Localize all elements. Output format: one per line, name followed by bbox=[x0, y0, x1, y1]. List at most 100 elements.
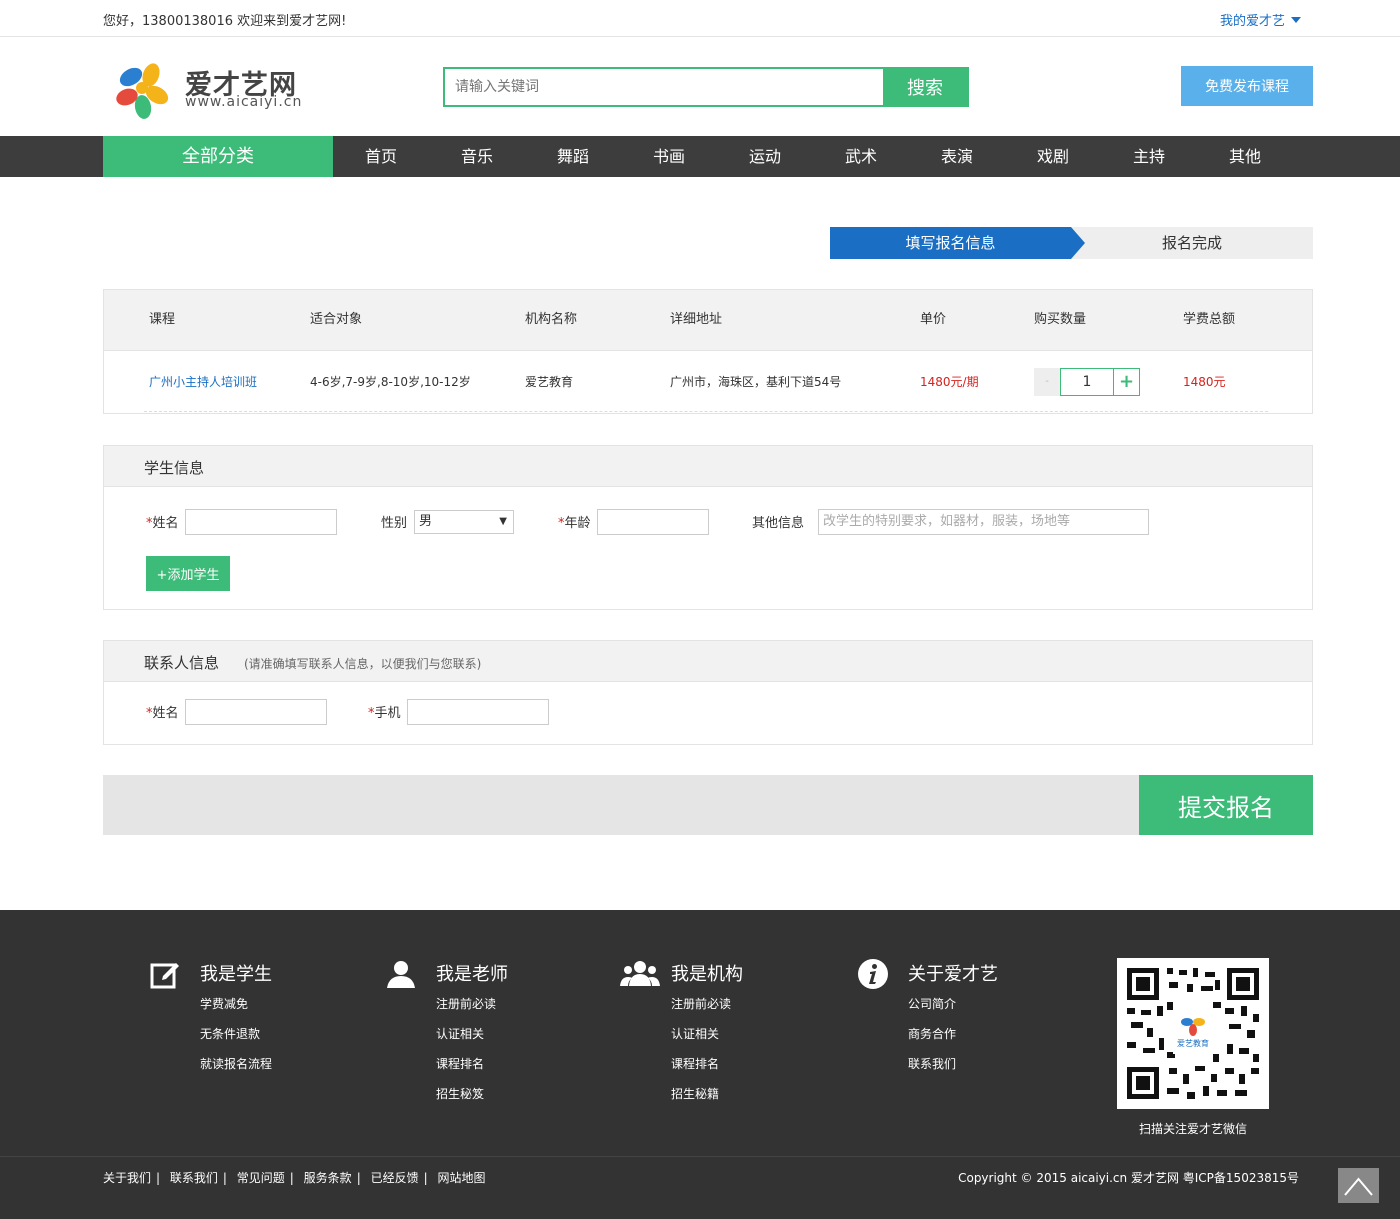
student-info-header: 学生信息 bbox=[104, 446, 1312, 487]
my-account-label[interactable]: 我的爱才艺 bbox=[1220, 14, 1285, 29]
search-button[interactable]: 搜索 bbox=[883, 69, 967, 105]
footer-link[interactable]: 认证相关 bbox=[436, 1025, 484, 1042]
course-link[interactable]: 广州小主持人培训班 bbox=[149, 351, 257, 413]
footer-link[interactable]: 无条件退款 bbox=[200, 1025, 260, 1042]
footer-link[interactable]: 注册前必读 bbox=[671, 995, 731, 1012]
footer-bottom-links: 关于我们 | 联系我们 | 常见问题 | 服务条款 | 已经反馈 | 网站地图 bbox=[103, 1171, 486, 1185]
logo-url: www.aicaiyi.cn bbox=[185, 94, 303, 110]
progress-steps: 填写报名信息 报名完成 bbox=[830, 227, 1313, 259]
copyright-text: Copyright © 2015 aicaiyi.cn 爱才艺网 粤ICP备15… bbox=[958, 1171, 1299, 1185]
add-student-button[interactable]: +添加学生 bbox=[146, 556, 230, 591]
address-cell: 广州市，海珠区，基利下道54号 bbox=[670, 375, 842, 389]
select-arrow-icon: ▼ bbox=[499, 516, 507, 527]
footer-divider bbox=[0, 1156, 1400, 1157]
info-icon bbox=[858, 959, 888, 989]
footer-link[interactable]: 招生秘笈 bbox=[436, 1085, 484, 1102]
search-input[interactable] bbox=[445, 69, 883, 105]
submit-bar: 提交报名 bbox=[103, 775, 1313, 835]
decrease-button[interactable]: - bbox=[1034, 368, 1060, 396]
back-to-top-button[interactable] bbox=[1338, 1168, 1379, 1203]
footer-col-title: 关于爱才艺 bbox=[908, 964, 998, 985]
other-info-field[interactable]: 改学生的特别要求，如器材，服装，场地等 bbox=[818, 509, 1149, 535]
footer-col-about: 关于爱才艺 公司简介 商务合作 联系我们 bbox=[857, 958, 1057, 1128]
footer-link[interactable]: 认证相关 bbox=[671, 1025, 719, 1042]
student-name-field[interactable] bbox=[185, 509, 337, 535]
footer-col-student: 我是学生 学费减免 无条件退款 就读报名流程 bbox=[149, 958, 349, 1128]
footer-col-title: 我是老师 bbox=[436, 964, 508, 985]
nav-item-other[interactable]: 其他 bbox=[1197, 136, 1293, 177]
phone-field[interactable] bbox=[407, 699, 549, 725]
header-quantity: 购买数量 bbox=[1034, 312, 1087, 327]
age-field[interactable] bbox=[597, 509, 709, 535]
student-name-label: *姓名 bbox=[146, 512, 179, 531]
gender-value: 男 bbox=[419, 514, 433, 529]
footer-bottom-link[interactable]: 已经反馈 bbox=[371, 1171, 419, 1185]
contact-name-label-text: 姓名 bbox=[152, 706, 179, 721]
footer-col-institution: 我是机构 注册前必读 认证相关 课程排名 招生秘籍 bbox=[620, 958, 820, 1128]
contact-info-panel: 联系人信息 (请准确填写联系人信息，以便我们与您联系) *姓名 *手机 bbox=[103, 640, 1313, 745]
footer-link[interactable]: 课程排名 bbox=[671, 1055, 719, 1072]
unit-price-cell: 1480元/期 bbox=[920, 375, 979, 389]
quantity-input[interactable]: 1 bbox=[1060, 368, 1114, 396]
publish-course-button[interactable]: 免费发布课程 bbox=[1181, 66, 1313, 106]
gender-select[interactable]: 男 ▼ bbox=[414, 510, 514, 534]
nav-item-sports[interactable]: 运动 bbox=[717, 136, 813, 177]
footer-bottom-link[interactable]: 常见问题 bbox=[237, 1171, 285, 1185]
contact-info-subtitle: (请准确填写联系人信息，以便我们与您联系) bbox=[244, 657, 482, 671]
footer-link[interactable]: 公司简介 bbox=[908, 995, 956, 1012]
gender-label: 性别 bbox=[381, 516, 408, 531]
step-fill-info-label: 填写报名信息 bbox=[905, 234, 996, 252]
footer-bottom-link[interactable]: 服务条款 bbox=[304, 1171, 352, 1185]
submit-enrollment-button[interactable]: 提交报名 bbox=[1139, 775, 1313, 835]
chevron-up-icon[interactable] bbox=[1338, 1168, 1379, 1203]
student-info-panel: 学生信息 *姓名 性别 男 ▼ *年龄 其他信息 改学生的特别要求，如器材，服装，… bbox=[103, 445, 1313, 610]
nav-item-painting[interactable]: 书画 bbox=[621, 136, 717, 177]
all-categories-button[interactable]: 全部分类 bbox=[103, 136, 333, 177]
nav-item-drama[interactable]: 戏剧 bbox=[1005, 136, 1101, 177]
contact-info-title: 联系人信息 bbox=[144, 654, 220, 672]
nav-item-music[interactable]: 音乐 bbox=[429, 136, 525, 177]
wechat-qr-code: 爱艺教育 bbox=[1117, 958, 1269, 1109]
user-icon bbox=[387, 961, 415, 988]
search-box: 搜索 bbox=[443, 67, 969, 107]
age-label: *年龄 bbox=[558, 512, 591, 531]
header: 爱才艺网 www.aicaiyi.cn 搜索 免费发布课程 bbox=[0, 37, 1400, 136]
footer-link[interactable]: 就读报名流程 bbox=[200, 1055, 272, 1072]
footer-link[interactable]: 学费减免 bbox=[200, 995, 248, 1012]
step-fill-info: 填写报名信息 bbox=[830, 227, 1085, 259]
course-table: 课程 适合对象 机构名称 详细地址 单价 购买数量 学费总额 广州小主持人培训班… bbox=[103, 289, 1313, 414]
phone-label-text: 手机 bbox=[374, 706, 401, 721]
nav-item-hosting[interactable]: 主持 bbox=[1101, 136, 1197, 177]
footer-bottom-link[interactable]: 关于我们 bbox=[103, 1171, 151, 1185]
increase-button[interactable]: + bbox=[1114, 368, 1140, 396]
header-audience: 适合对象 bbox=[310, 312, 363, 327]
main-content: 填写报名信息 报名完成 课程 适合对象 机构名称 详细地址 单价 购买数量 学费… bbox=[103, 177, 1313, 910]
nav-item-performance[interactable]: 表演 bbox=[909, 136, 1005, 177]
org-cell: 爱艺教育 bbox=[525, 375, 574, 389]
footer-link[interactable]: 招生秘籍 bbox=[671, 1085, 719, 1102]
footer-link[interactable]: 注册前必读 bbox=[436, 995, 496, 1012]
footer-bottom-link[interactable]: 网站地图 bbox=[437, 1171, 485, 1185]
contact-name-field[interactable] bbox=[185, 699, 327, 725]
contact-name-label: *姓名 bbox=[146, 702, 179, 721]
nav-item-dance[interactable]: 舞蹈 bbox=[525, 136, 621, 177]
header-address: 详细地址 bbox=[670, 312, 723, 327]
footer-bottom-link[interactable]: 联系我们 bbox=[170, 1171, 218, 1185]
my-account-dropdown[interactable]: 我的爱才艺 bbox=[1220, 10, 1301, 29]
top-bar: 您好，13800138016 欢迎来到爱才艺网! 我的爱才艺 bbox=[0, 0, 1400, 37]
qr-caption: 扫描关注爱才艺微信 bbox=[1138, 1122, 1247, 1136]
nav-item-martial-arts[interactable]: 武术 bbox=[813, 136, 909, 177]
footer-link[interactable]: 商务合作 bbox=[908, 1025, 956, 1042]
contact-info-header: 联系人信息 (请准确填写联系人信息，以便我们与您联系) bbox=[104, 641, 1312, 682]
header-unit-price: 单价 bbox=[920, 312, 947, 327]
qr-logo-label: 爱艺教育 bbox=[1177, 1038, 1209, 1048]
table-row: 广州小主持人培训班 4-6岁,7-9岁,8-10岁,10-12岁 爱艺教育 广州… bbox=[104, 351, 1312, 413]
header-total: 学费总额 bbox=[1183, 312, 1236, 327]
nav-item-home[interactable]: 首页 bbox=[333, 136, 429, 177]
logo-flower-icon bbox=[116, 63, 169, 119]
caret-down-icon[interactable] bbox=[1291, 17, 1301, 23]
logo[interactable]: 爱才艺网 www.aicaiyi.cn bbox=[111, 57, 311, 119]
total-cell: 1480元 bbox=[1183, 375, 1226, 389]
footer-link[interactable]: 联系我们 bbox=[908, 1055, 956, 1072]
footer-link[interactable]: 课程排名 bbox=[436, 1055, 484, 1072]
